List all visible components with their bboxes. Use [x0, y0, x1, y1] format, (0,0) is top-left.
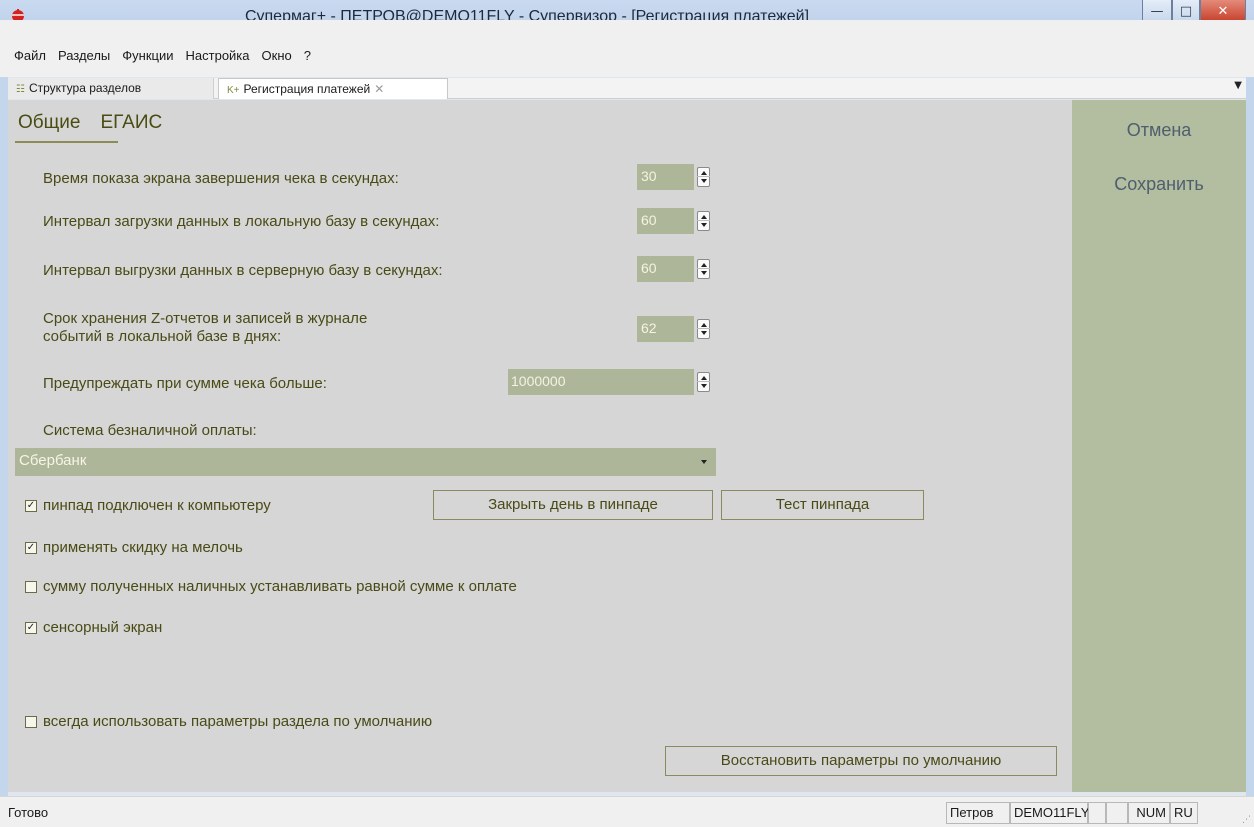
storage-label-line1: Срок хранения Z-отчетов и записей в журн… [43, 310, 368, 327]
status-bar: Готово Петров DEMO11FLY NUM RU ⋰ [0, 796, 1254, 827]
pinpad-checkbox-label: пинпад подключен к компьютеру [43, 497, 271, 514]
test-pinpad-button[interactable]: Тест пинпада [721, 490, 924, 520]
checkbox-checked-icon[interactable]: ✓ [25, 621, 37, 634]
load-interval-label: Интервал загрузки данных в локальную баз… [43, 213, 440, 230]
checkbox-checked-icon[interactable]: ✓ [25, 499, 37, 512]
status-empty-1 [1088, 802, 1106, 824]
cash-equal-checkbox[interactable]: сумму полученных наличных устанавливать … [25, 578, 517, 595]
use-defaults-checkbox-label: всегда использовать параметры раздела по… [43, 713, 433, 730]
chevron-down-icon[interactable] [701, 460, 707, 464]
tab-payment-registration[interactable]: K+ Регистрация платежей ✕ [218, 78, 448, 99]
cash-equal-checkbox-label: сумму полученных наличных устанавливать … [43, 578, 517, 595]
menu-window[interactable]: Окно [256, 48, 298, 63]
tab-payment-registration-label: Регистрация платежей [243, 82, 371, 96]
menu-bar: Файл Разделы Функции Настройка Окно ? [8, 44, 317, 66]
spinner-arrows-icon[interactable] [697, 319, 710, 339]
active-subtab-underline [15, 141, 118, 143]
menu-help[interactable]: ? [298, 48, 317, 63]
menu-sections[interactable]: Разделы [52, 48, 116, 63]
settings-form [8, 100, 1072, 792]
spinner-arrows-icon[interactable] [697, 211, 710, 231]
warn-sum-value: 1000000 [511, 373, 566, 389]
restore-defaults-button[interactable]: Восстановить параметры по умолчанию [665, 746, 1057, 776]
load-interval-value: 60 [641, 212, 657, 228]
tree-icon: ☷ [16, 84, 25, 95]
window-frame-right [1246, 20, 1254, 796]
warn-sum-label: Предупреждать при сумме чека больше: [43, 375, 327, 392]
payment-system-value: Сбербанк [19, 452, 87, 469]
spinner-arrows-icon[interactable] [697, 259, 710, 279]
checkbox-unchecked-icon[interactable] [25, 580, 37, 593]
status-user: Петров [946, 802, 1010, 824]
window-frame-left [0, 20, 8, 796]
tab-structure-label: Структура разделов [28, 81, 142, 95]
checkbox-unchecked-icon[interactable] [25, 715, 37, 728]
checkbox-checked-icon[interactable]: ✓ [25, 541, 37, 554]
storage-label-line2: событий в локальной базе в днях: [43, 328, 282, 345]
cancel-button[interactable]: Отмена [1072, 120, 1246, 141]
unload-interval-value: 60 [641, 260, 657, 276]
resize-grip-icon[interactable]: ⋰ [1242, 815, 1251, 825]
form-subtabs: Общие ЕГАИС [8, 112, 172, 142]
unload-interval-spinner[interactable]: 60 [637, 256, 710, 282]
discount-checkbox-label: применять скидку на мелочь [43, 539, 243, 556]
receipt-time-value: 30 [641, 168, 657, 184]
storage-days-value: 62 [641, 320, 657, 336]
load-interval-spinner[interactable]: 60 [637, 208, 710, 234]
pinpad-checkbox[interactable]: ✓ пинпад подключен к компьютеру [25, 497, 271, 514]
status-empty-2 [1106, 802, 1128, 824]
document-tab-strip: ☷ Структура разделов K+ Регистрация платеж… [8, 78, 1246, 99]
payment-system-label: Система безналичной оплаты: [43, 422, 257, 439]
touch-screen-checkbox[interactable]: ✓ сенсорный экран [25, 619, 162, 636]
close-day-pinpad-button[interactable]: Закрыть день в пинпаде [433, 490, 713, 520]
tab-structure[interactable]: ☷ Структура разделов [8, 78, 214, 99]
subtab-general[interactable]: Общие [8, 112, 90, 142]
tab-close-icon[interactable]: ✕ [374, 82, 384, 96]
status-database: DEMO11FLY [1010, 802, 1089, 824]
tab-list-dropdown-icon[interactable]: ▼ [1234, 80, 1242, 91]
warn-sum-spinner[interactable]: 1000000 [508, 369, 710, 395]
menu-settings[interactable]: Настройка [180, 48, 256, 63]
spinner-arrows-icon[interactable] [697, 372, 710, 392]
status-lang: RU [1170, 802, 1198, 824]
tab-prefix-icon: K+ [227, 85, 240, 96]
storage-days-spinner[interactable]: 62 [637, 316, 710, 342]
receipt-time-label: Время показа экрана завершения чека в се… [43, 170, 399, 187]
touch-screen-checkbox-label: сенсорный экран [43, 619, 163, 636]
discount-checkbox[interactable]: ✓ применять скидку на мелочь [25, 539, 243, 556]
receipt-time-spinner[interactable]: 30 [637, 164, 710, 190]
status-num: NUM [1128, 802, 1170, 824]
status-text: Готово [8, 805, 49, 820]
subtab-egais[interactable]: ЕГАИС [90, 112, 172, 142]
save-button[interactable]: Сохранить [1072, 174, 1246, 195]
spinner-arrows-icon[interactable] [697, 167, 710, 187]
unload-interval-label: Интервал выгрузки данных в серверную баз… [43, 262, 443, 279]
menu-functions[interactable]: Функции [116, 48, 179, 63]
payment-system-select[interactable]: Сбербанк [15, 448, 716, 476]
use-defaults-checkbox[interactable]: всегда использовать параметры раздела по… [25, 713, 432, 730]
menu-file[interactable]: Файл [8, 48, 52, 63]
action-panel: Отмена Сохранить [1072, 100, 1246, 792]
